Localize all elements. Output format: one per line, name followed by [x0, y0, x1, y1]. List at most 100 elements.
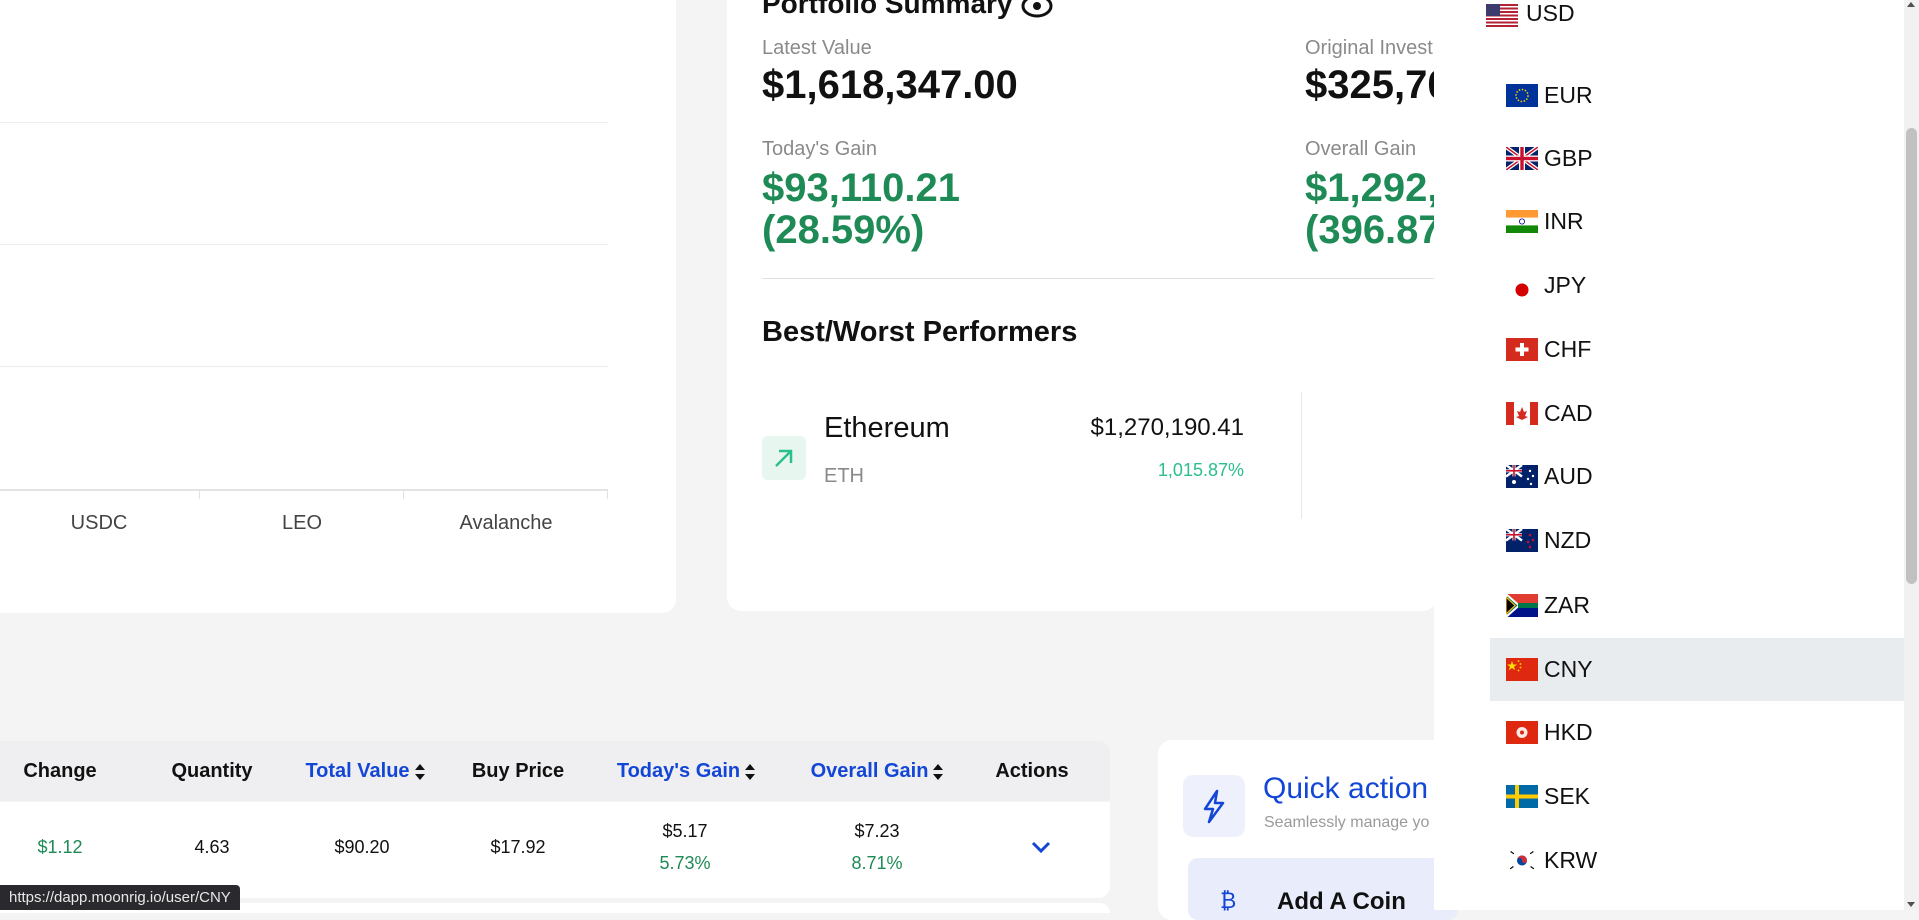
column-total-value-label: Total Value	[305, 760, 410, 782]
flag-ch-icon	[1506, 338, 1538, 361]
currency-option-eur[interactable]: EUR	[1490, 64, 1904, 127]
flag-in-icon	[1506, 210, 1538, 233]
quick-actions-card: Quick action Seamlessly manage yo ₿ Add …	[1158, 740, 1458, 920]
scrollbar-thumb[interactable]	[1906, 128, 1917, 584]
chart-x-tick	[403, 491, 404, 499]
sort-icon	[414, 763, 425, 780]
sort-icon	[745, 763, 756, 780]
cell-buy-price: $17.92	[490, 837, 546, 857]
currency-option-inr[interactable]: INR	[1490, 190, 1904, 253]
cell-overall-gain-percent: 8.71%	[851, 853, 903, 873]
flag-us-icon	[1486, 4, 1518, 27]
table-row: $1.12 4.63 $90.20 $17.92 $5.17 5.73% $7.…	[0, 802, 1110, 898]
link-status-bar: https://dapp.moonrig.io/user/CNY	[0, 885, 240, 910]
svg-text:₿: ₿	[1220, 889, 1236, 912]
chart-gridline	[0, 244, 608, 245]
chart-x-label-leo: LEO	[281, 512, 323, 534]
currency-code: ZAR	[1544, 592, 1590, 618]
flag-cn-icon	[1506, 658, 1538, 681]
currency-code: KRW	[1544, 847, 1598, 873]
coin-symbol: ETH	[824, 465, 864, 487]
currency-code: NZD	[1544, 527, 1592, 553]
portfolio-summary-title-text: Portfolio Summary	[762, 0, 1013, 19]
column-todays-gain[interactable]: Today's Gain	[606, 741, 766, 801]
todays-gain-label: Today's Gain	[762, 138, 877, 160]
bitcoin-icon: ₿	[1220, 889, 1236, 912]
flag-za-icon	[1506, 594, 1538, 617]
currency-option-usd[interactable]: USD	[1486, 0, 1786, 32]
flag-gb-icon	[1506, 147, 1538, 170]
coin-value: $1,270,190.41	[1090, 414, 1244, 441]
quick-actions-subtitle: Seamlessly manage yo	[1264, 814, 1430, 831]
currency-option-chf[interactable]: CHF	[1490, 318, 1904, 381]
lightning-icon	[1183, 775, 1245, 837]
column-todays-gain-label: Today's Gain	[616, 760, 741, 782]
currency-option-jpy[interactable]: JPY	[1490, 254, 1904, 317]
currency-code: CHF	[1544, 336, 1592, 362]
column-buy-price: Buy Price	[471, 760, 565, 782]
coin-percent: 1,015.87%	[1157, 460, 1244, 480]
sort-icon	[933, 763, 944, 780]
currency-code: CAD	[1544, 400, 1593, 426]
flag-kr-icon	[1506, 849, 1538, 872]
currency-option-gbp[interactable]: GBP	[1490, 127, 1904, 190]
currency-option-hkd[interactable]: HKD	[1490, 701, 1904, 764]
currency-code: USD	[1526, 0, 1575, 26]
column-actions: Actions	[995, 760, 1069, 782]
currency-code: GBP	[1544, 145, 1593, 171]
currency-option-sek[interactable]: SEK	[1490, 765, 1904, 828]
currency-option-cad[interactable]: CAD	[1490, 382, 1904, 445]
column-change: Change	[23, 760, 97, 782]
chart-gridline	[0, 366, 608, 367]
chart-gridline	[0, 122, 608, 123]
column-overall-gain[interactable]: Overall Gain	[797, 741, 957, 801]
chart-x-tick	[199, 491, 200, 499]
column-total-value[interactable]: Total Value	[285, 741, 445, 801]
column-quantity: Quantity	[171, 760, 253, 782]
cell-total-value: $90.20	[334, 837, 390, 857]
eye-icon[interactable]	[1020, 0, 1054, 20]
flag-jp-icon	[1506, 274, 1538, 297]
currency-option-krw[interactable]: KRW	[1490, 829, 1904, 892]
chart-x-label-usdc: USDC	[70, 512, 128, 534]
flag-au-icon	[1506, 465, 1538, 488]
scroll-up-arrow-icon[interactable]	[1907, 2, 1915, 7]
latest-value-label: Latest Value	[762, 37, 872, 59]
currency-code: HKD	[1544, 719, 1593, 745]
flag-nz-icon	[1506, 529, 1538, 552]
add-coin-button[interactable]: ₿ Add A Coin	[1188, 858, 1458, 920]
chart-x-label-avalanche: Avalanche	[459, 512, 553, 534]
currency-option-nzd[interactable]: NZD	[1490, 509, 1904, 572]
overall-gain-percent: (396.87	[1305, 208, 1441, 252]
column-overall-gain-label: Overall Gain	[810, 760, 929, 782]
cell-todays-gain: $5.17	[662, 821, 708, 841]
currency-code: CNY	[1544, 656, 1593, 682]
divider	[762, 278, 1437, 279]
flag-hk-icon	[1506, 721, 1538, 744]
best-performer-item[interactable]: Ethereum ETH $1,270,190.41 1,015.87%	[762, 392, 1438, 522]
flag-se-icon	[1506, 785, 1538, 808]
currency-code: SEK	[1544, 783, 1591, 809]
flag-eu-icon	[1506, 84, 1538, 107]
overall-gain-label: Overall Gain	[1305, 138, 1417, 160]
cell-quantity: 4.63	[194, 837, 230, 857]
currency-option-cny[interactable]: CNY	[1490, 638, 1904, 701]
chevron-down-icon[interactable]	[1031, 840, 1051, 854]
chart-x-axis	[0, 489, 608, 491]
quick-actions-title: Quick action	[1263, 772, 1429, 805]
currency-code: AUD	[1544, 463, 1593, 489]
holdings-chart-card: USDC LEO Avalanche	[0, 0, 676, 613]
scroll-down-arrow-icon[interactable]	[1907, 902, 1915, 907]
holdings-table-header: Change Quantity Total Value Buy Price To…	[0, 741, 1110, 801]
currency-dropdown: USD EUR GBP INR JPY CHF CAD AUD NZD ZAR …	[1434, 0, 1904, 910]
cell-todays-gain-percent: 5.73%	[659, 853, 711, 873]
original-investment-value: $325,70	[1305, 63, 1450, 107]
add-coin-label: Add A Coin	[1277, 888, 1406, 915]
coin-name: Ethereum	[824, 412, 950, 444]
flag-ca-icon	[1506, 402, 1538, 425]
portfolio-summary-card: Portfolio Summary Latest Value $1,618,34…	[727, 0, 1461, 611]
currency-option-zar[interactable]: ZAR	[1490, 574, 1904, 637]
currency-code: JPY	[1544, 272, 1587, 298]
performers-title: Best/Worst Performers	[762, 316, 1078, 348]
currency-option-aud[interactable]: AUD	[1490, 445, 1904, 508]
